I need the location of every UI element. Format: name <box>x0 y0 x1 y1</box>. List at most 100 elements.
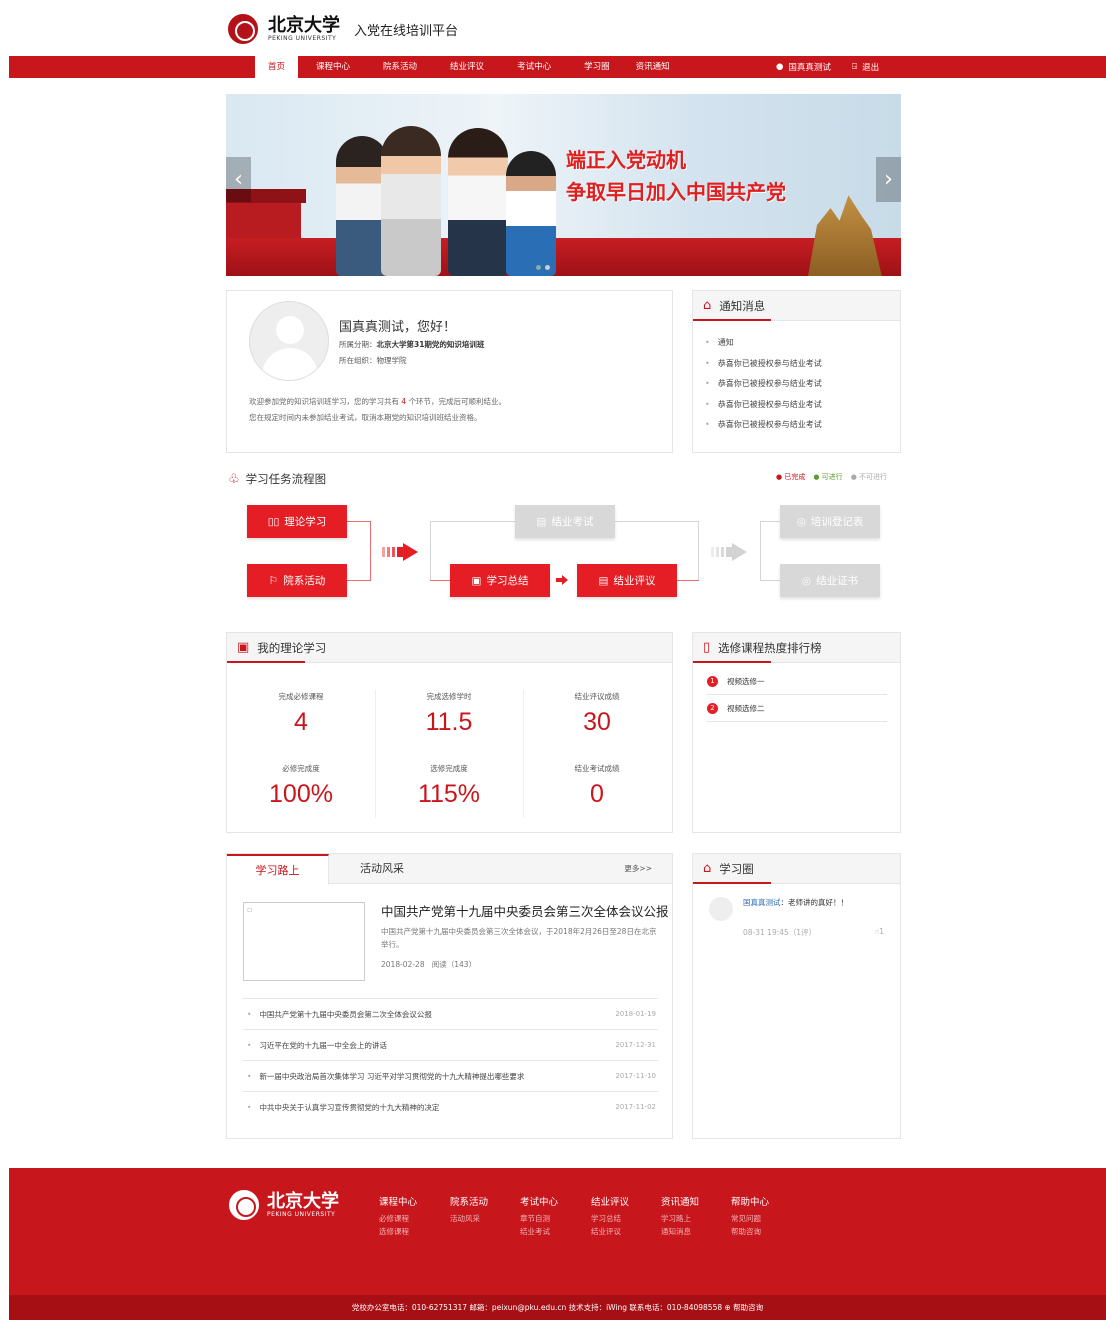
nav-study-circle[interactable]: 学习圈 <box>571 56 623 78</box>
step-label: 结业评议 <box>613 575 656 587</box>
notice-title: 通知消息 <box>719 298 766 313</box>
home-icon: ⌂ <box>703 298 712 313</box>
course-rank-panel: ▯ 选修课程热度排行榜 1 视频选修一 2 视频选修二 <box>692 632 901 833</box>
more-link[interactable]: 更多>> <box>624 854 652 884</box>
footer: 北京大学 PEKING UNIVERSITY 课程中心 必修课程 选修课程 院系活动… <box>9 1168 1106 1295</box>
post-text[interactable]: 国真真测试：老师讲的真好！！ <box>743 897 848 908</box>
nav-review[interactable]: 结业评议 <box>437 56 497 78</box>
nav-course-center[interactable]: 课程中心 <box>303 56 363 78</box>
study-title: 我的理论学习 <box>257 640 327 655</box>
carousel-dot[interactable] <box>545 265 550 270</box>
logo-english: PEKING UNIVERSITY <box>268 34 337 42</box>
logo-chinese: 北京大学 <box>268 14 340 36</box>
book-open-icon: ▯ <box>703 640 711 655</box>
pku-seal-icon <box>229 1190 259 1220</box>
nav-dept-activity[interactable]: 院系活动 <box>370 56 430 78</box>
news-list-item[interactable]: 习近平在党的十九届一中全会上的讲话2017-12-31 <box>243 1029 658 1060</box>
flow-arrow-icon <box>382 543 418 561</box>
statue-illustration <box>808 195 882 276</box>
student-figure <box>448 128 508 276</box>
footer-logo-cn: 北京大学 <box>267 1190 339 1212</box>
flow-title-text: 学习任务流程图 <box>245 472 327 486</box>
greeting: 国真真测试，您好！ <box>339 320 457 335</box>
carousel-dot[interactable] <box>536 265 541 270</box>
stat-elective-hours: 完成选修学时 11.5 <box>425 692 473 736</box>
notice-panel: ⌂ 通知消息 通知 恭喜你已被授权参与结业考试 恭喜你已被授权参与结业考试 恭喜… <box>692 290 901 453</box>
nav-user-name: 国真真测试 <box>788 63 831 73</box>
step-activity-button[interactable]: ⚐ 院系活动 <box>247 564 347 597</box>
legend-available: ● 可进行 <box>813 473 843 481</box>
carousel-dots[interactable] <box>536 265 550 270</box>
banner-next-button[interactable]: › <box>876 157 901 202</box>
banner-prev-button[interactable]: ‹ <box>226 157 251 202</box>
rank-name: 视频选修一 <box>727 676 765 686</box>
like-button[interactable]: ☝1 <box>875 927 884 936</box>
nav-home[interactable]: 首页 <box>255 56 299 78</box>
step-exam-button[interactable]: ▤ 结业考试 <box>515 505 615 538</box>
news-list-item[interactable]: 中共中央关于认真学习宣传贯彻党的十九大精神的决定2017-11-02 <box>243 1091 658 1122</box>
notice-list: 通知 恭喜你已被授权参与结业考试 恭喜你已被授权参与结业考试 恭喜你已被授权参与… <box>693 321 900 436</box>
student-figure <box>381 126 441 276</box>
news-thumbnail[interactable]: ▫ <box>243 902 365 981</box>
doc-icon: ▤ <box>536 515 547 528</box>
notice-item[interactable]: 通知 <box>705 333 900 354</box>
period-info: 所属分期：北京大学第31期党的知识培训班 <box>339 340 485 349</box>
step-label: 结业证书 <box>816 575 859 587</box>
step-label: 院系活动 <box>283 575 326 587</box>
pku-seal-icon <box>228 14 258 44</box>
site-logo[interactable]: 北京大学 PEKING UNIVERSITY 入党在线培训平台 <box>228 12 458 46</box>
site-title: 入党在线培训平台 <box>354 23 459 39</box>
flow-icon: ♧ <box>228 471 240 487</box>
logout-button[interactable]: ⍈ 退出 <box>852 56 879 78</box>
circle-title: 学习圈 <box>719 861 754 876</box>
featured-headline[interactable]: 中国共产党第十九届中央委员会第三次全体会议公报 <box>381 901 669 920</box>
footer-col: 课程中心 必修课程 选修课程 <box>379 1197 418 1236</box>
stat-review-score: 结业评议成绩 30 <box>574 692 620 736</box>
flow-arrow-icon <box>711 543 747 561</box>
legend-unavailable: ● 不可进行 <box>850 473 888 481</box>
student-figure <box>506 151 556 276</box>
tab-study-road[interactable]: 学习路上 <box>227 854 329 885</box>
footer-col: 结业评议 学习总结 结业评议 <box>591 1197 630 1236</box>
step-cert-button[interactable]: ◎ 结业证书 <box>780 564 880 597</box>
step-review-button[interactable]: ▤ 结业评议 <box>577 564 677 597</box>
notice-item[interactable]: 恭喜你已被授权参与结业考试 <box>705 354 900 375</box>
notice-item[interactable]: 恭喜你已被授权参与结业考试 <box>705 374 900 395</box>
rank-item[interactable]: 2 视频选修二 <box>707 695 887 722</box>
step-label: 结业考试 <box>551 516 594 528</box>
step-label: 理论学习 <box>284 516 327 528</box>
study-circle-panel: ⌂ 学习圈 国真真测试：老师讲的真好！！ 08-31 19:45（1评） ☝1 <box>692 853 901 1139</box>
study-icon: ▣ <box>237 640 250 655</box>
study-header: ▣ 我的理论学习 <box>227 633 672 663</box>
footer-col: 院系活动 活动风采 <box>450 1197 489 1223</box>
step-label: 学习总结 <box>486 575 529 587</box>
footer-col: 帮助中心 常见问题 帮助咨询 <box>731 1197 770 1236</box>
notice-item[interactable]: 恭喜你已被授权参与结业考试 <box>705 415 900 436</box>
step-summary-button[interactable]: ▣ 学习总结 <box>450 564 550 597</box>
main-nav: 首页 课程中心 院系活动 结业评议 考试中心 学习圈 资讯通知 <box>255 56 683 78</box>
rank-badge: 2 <box>707 702 718 714</box>
book-icon: ▯▯ <box>267 515 280 528</box>
news-list-item[interactable]: 新一届中央政治局首次集体学习 习近平对学习贯彻党的十九大精神提出哪些要求2017… <box>243 1060 658 1091</box>
record-icon: ◎ <box>796 515 806 528</box>
news-list-item[interactable]: 中国共产党第十九届中央委员会第二次全体会议公报2018-01-19 <box>243 998 658 1029</box>
step-record-button[interactable]: ◎ 培训登记表 <box>780 505 880 538</box>
cert-icon: ◎ <box>801 574 812 587</box>
notice-item[interactable]: 恭喜你已被授权参与结业考试 <box>705 395 900 416</box>
footer-col: 考试中心 章节自测 结业考试 <box>520 1197 559 1236</box>
post-meta: 08-31 19:45（1评） <box>743 928 817 937</box>
nav-user[interactable]: ● 国真真测试 <box>776 56 831 78</box>
notice-header: ⌂ 通知消息 <box>693 291 900 321</box>
intro-line-2: 您在规定时间内未参加结业考试，取消本期党的知识培训班结业资格。 <box>249 413 482 422</box>
rank-item[interactable]: 1 视频选修一 <box>707 668 887 695</box>
profile-card: 国真真测试，您好！ 所属分期：北京大学第31期党的知识培训班 所在组织：物理学院… <box>226 290 673 453</box>
banner-carousel[interactable]: 端正入党动机 争取早日加入中国共产党 ‹ › <box>226 94 901 276</box>
step-label: 培训登记表 <box>810 516 864 528</box>
tab-activity[interactable]: 活动风采 <box>331 854 433 884</box>
logout-label: 退出 <box>862 63 880 73</box>
step-theory-button[interactable]: ▯▯ 理论学习 <box>247 505 347 538</box>
stat-elective-completion: 选修完成度 115% <box>417 764 481 808</box>
nav-exam-center[interactable]: 考试中心 <box>504 56 564 78</box>
nav-news[interactable]: 资讯通知 <box>623 56 683 78</box>
featured-meta: 2018-02-28 阅读（143） <box>381 960 477 969</box>
